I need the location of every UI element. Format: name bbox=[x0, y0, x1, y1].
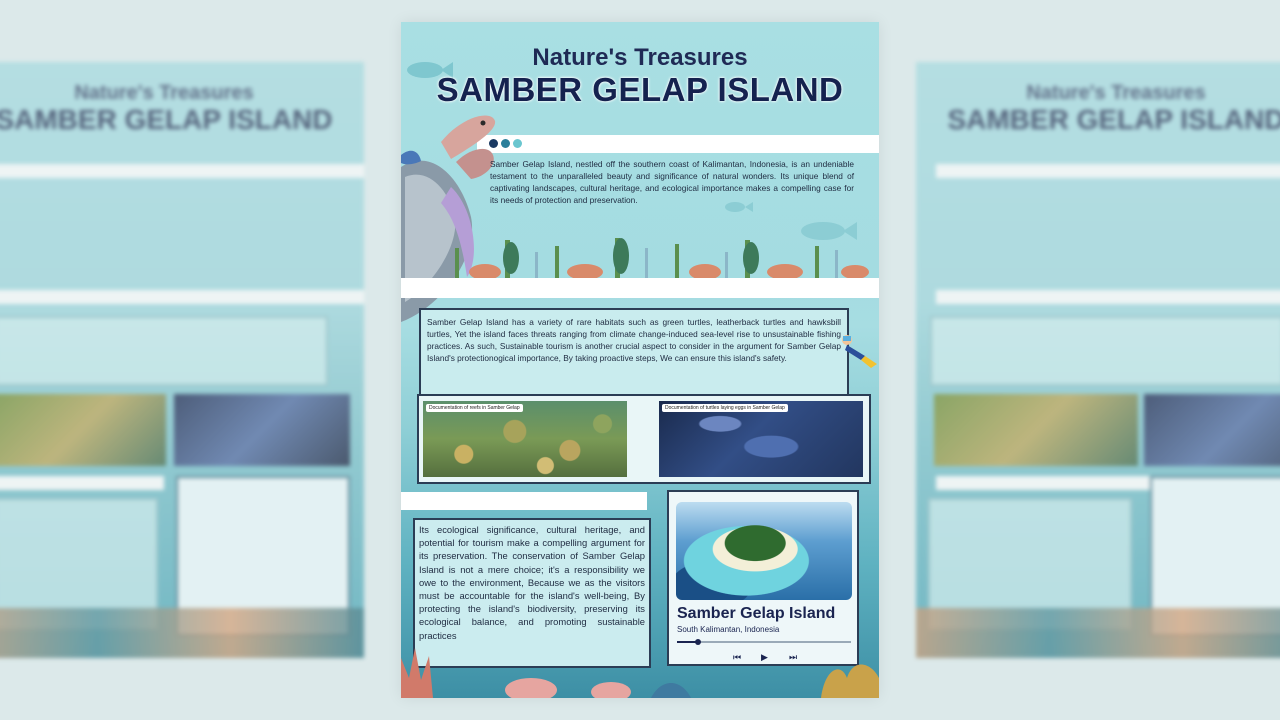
header-band bbox=[477, 135, 879, 153]
ghost-photo bbox=[934, 394, 1138, 466]
player-title: Samber Gelap Island bbox=[677, 605, 836, 622]
divider-band bbox=[401, 278, 879, 298]
background-poster-right: Nature's Treasures SAMBER GELAP ISLAND bbox=[916, 62, 1280, 658]
dot bbox=[501, 139, 510, 148]
island-aerial-image bbox=[676, 502, 852, 600]
photo-strip: Documentation of reefs in Samber Gelap D… bbox=[417, 394, 871, 484]
ghost-text-box bbox=[0, 316, 328, 386]
dot bbox=[513, 139, 522, 148]
scuba-diver-illustration bbox=[842, 335, 877, 368]
turtle-photo: Documentation of turtles laying eggs in … bbox=[659, 401, 863, 477]
poster: Nature's Treasures SAMBER GELAP ISLAND S… bbox=[401, 22, 879, 698]
player-subtitle: South Kalimantan, Indonesia bbox=[677, 625, 780, 634]
reef-photo: Documentation of reefs in Samber Gelap bbox=[423, 401, 627, 477]
ghost-band bbox=[936, 290, 1280, 304]
background-poster-left: Nature's Treasures SAMBER GELAP ISLAND bbox=[0, 62, 364, 658]
poster-subtitle: Nature's Treasures bbox=[532, 44, 748, 71]
photo-caption: Documentation of turtles laying eggs in … bbox=[662, 404, 788, 412]
ghost-photo bbox=[1144, 394, 1280, 466]
ghost-band bbox=[936, 476, 1156, 490]
divider-band bbox=[401, 492, 647, 510]
bottom-reef-decoration bbox=[401, 648, 879, 698]
intro-paragraph: Samber Gelap Island, nestled off the sou… bbox=[490, 159, 854, 205]
reef-decoration bbox=[455, 238, 869, 278]
ghost-reef bbox=[0, 608, 364, 658]
ghost-band bbox=[0, 164, 364, 178]
ghost-reef bbox=[916, 608, 1280, 658]
photo-caption: Documentation of reefs in Samber Gelap bbox=[426, 404, 523, 412]
ghost-subtitle: Nature's Treasures bbox=[74, 82, 254, 104]
ghost-photo bbox=[174, 394, 350, 466]
ghost-title: SAMBER GELAP ISLAND bbox=[0, 104, 333, 135]
poster-title: SAMBER GELAP ISLAND bbox=[436, 71, 844, 108]
ghost-band bbox=[936, 164, 1280, 178]
habitat-text-box: Samber Gelap Island has a variety of rar… bbox=[419, 308, 849, 402]
ghost-band bbox=[0, 290, 364, 304]
ghost-band bbox=[0, 476, 164, 490]
ghost-title: SAMBER GELAP ISLAND bbox=[947, 104, 1280, 135]
ghost-text-box bbox=[930, 316, 1280, 386]
ghost-subtitle: Nature's Treasures bbox=[1026, 82, 1206, 104]
ghost-photo bbox=[0, 394, 166, 466]
